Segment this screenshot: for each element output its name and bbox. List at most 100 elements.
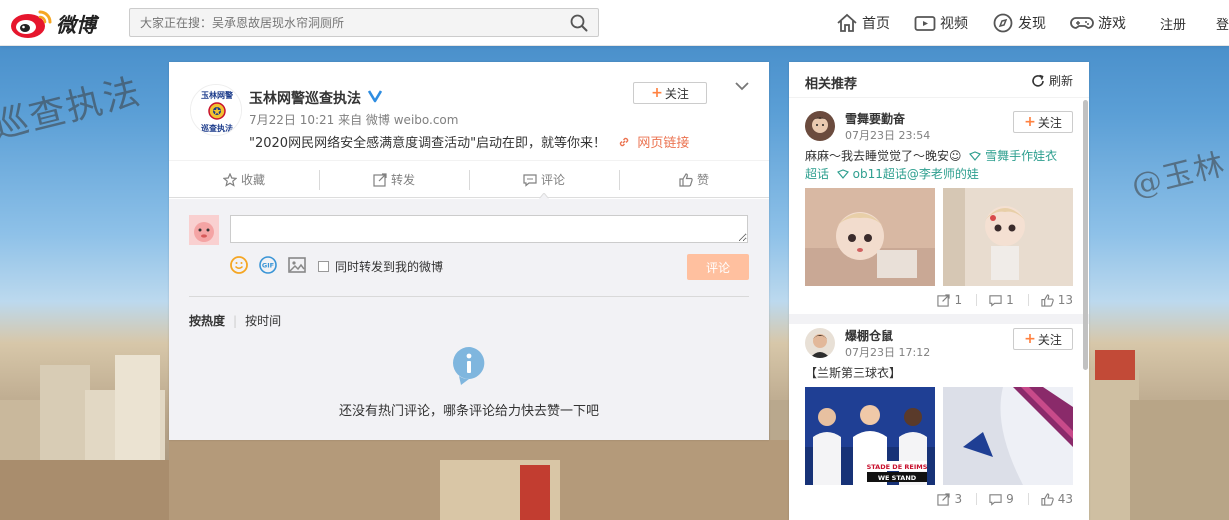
avatar-text-bottom: 巡查执法 bbox=[201, 123, 233, 133]
supertopic-link[interactable]: 雪舞手作娃衣 bbox=[969, 149, 1057, 163]
comment-tab-button[interactable]: 评论 bbox=[469, 162, 619, 197]
web-link[interactable]: 网页链接 bbox=[618, 136, 689, 151]
nav-video-label: 视频 bbox=[940, 16, 968, 32]
rec-stats: 3 9 43 bbox=[805, 492, 1073, 506]
comment-section: GIF 同时转发到我的微博 评论 按热度 | 按时间 还没有热门评论，哪条评论给… bbox=[169, 199, 769, 440]
svg-text:GIF: GIF bbox=[262, 262, 274, 270]
watermark-right: @玉林 bbox=[1128, 146, 1229, 204]
rec-images: STADE DE REIMS WE STAND bbox=[805, 387, 1081, 485]
rec-author-name[interactable]: 爆棚仓鼠 bbox=[845, 327, 893, 344]
rec-comment[interactable]: 9 bbox=[976, 492, 1014, 506]
nav-games-label: 游戏 bbox=[1098, 16, 1126, 32]
search-icon[interactable] bbox=[570, 14, 588, 32]
rec-image[interactable] bbox=[943, 188, 1073, 286]
gif-icon[interactable]: GIF bbox=[258, 255, 278, 278]
weibo-logo[interactable]: 微博 bbox=[8, 6, 96, 40]
like-label: 赞 bbox=[696, 173, 709, 187]
rec-like-count: 13 bbox=[1057, 293, 1073, 307]
chevron-down-icon[interactable] bbox=[735, 80, 749, 94]
rec-repost[interactable]: 1 bbox=[937, 293, 962, 307]
sort-by-time[interactable]: 按时间 bbox=[245, 312, 281, 329]
submit-comment-button[interactable]: 评论 bbox=[687, 254, 749, 280]
info-icon bbox=[451, 345, 487, 390]
comment-tools: GIF 同时转发到我的微博 bbox=[229, 255, 443, 278]
nav-discover-label: 发现 bbox=[1018, 16, 1046, 32]
nav-home[interactable]: 首页 bbox=[836, 13, 890, 33]
scrollbar-thumb[interactable] bbox=[1083, 100, 1088, 370]
refresh-button[interactable]: 刷新 bbox=[1031, 72, 1073, 89]
sort-by-hot[interactable]: 按热度 bbox=[189, 312, 225, 329]
plus-icon: + bbox=[651, 85, 663, 101]
register-link[interactable]: 注册 bbox=[1160, 14, 1186, 33]
img-caption-1: STADE DE REIMS bbox=[867, 463, 928, 471]
rec-images bbox=[805, 188, 1081, 286]
rec-text: 【兰斯第三球衣】 bbox=[805, 366, 902, 380]
supertopic-label-b[interactable]: 超话 bbox=[805, 167, 829, 181]
comment-input[interactable] bbox=[230, 215, 748, 243]
rec-follow-button[interactable]: + 关注 bbox=[1013, 328, 1073, 350]
user-avatar bbox=[189, 215, 219, 245]
rec-comment[interactable]: 1 bbox=[976, 293, 1014, 307]
rec-like[interactable]: 43 bbox=[1028, 492, 1073, 506]
image-icon[interactable] bbox=[287, 255, 307, 278]
topic-icon bbox=[836, 169, 849, 179]
search-input[interactable] bbox=[130, 9, 550, 36]
refresh-label: 刷新 bbox=[1048, 74, 1073, 88]
post-actions: 收藏 转发 评论 赞 bbox=[169, 162, 769, 198]
supertopic-link-2[interactable]: ob11超话@李老师的娃 bbox=[836, 167, 979, 181]
plus-icon: + bbox=[1024, 331, 1036, 347]
login-link[interactable]: 登 bbox=[1216, 14, 1229, 33]
rec-avatar[interactable] bbox=[805, 111, 835, 141]
repost-button[interactable]: 转发 bbox=[319, 162, 469, 197]
nav-discover[interactable]: 发现 bbox=[992, 13, 1046, 33]
like-button[interactable]: 赞 bbox=[619, 162, 769, 197]
repost-icon bbox=[937, 492, 951, 506]
author-name[interactable]: 玉林网警巡查执法 bbox=[249, 88, 361, 108]
img-caption-2: WE STAND bbox=[878, 474, 917, 482]
nav-video[interactable]: 视频 bbox=[914, 13, 968, 33]
author-avatar[interactable]: 玉林网警 巡查执法 bbox=[190, 84, 242, 136]
favorite-label: 收藏 bbox=[240, 173, 265, 187]
rec-image[interactable] bbox=[805, 188, 935, 286]
top-navbar: 微博 首页 视频 发现 游戏 注册 登 bbox=[0, 0, 1229, 46]
related-recommendations: 相关推荐 刷新 雪舞要勤奋 07月23日 23:54 + 关注 麻麻～我去睡觉觉… bbox=[789, 62, 1089, 520]
repost-icon bbox=[373, 172, 387, 187]
favorite-button[interactable]: 收藏 bbox=[169, 162, 319, 197]
comment-icon bbox=[523, 173, 537, 187]
rec-like[interactable]: 13 bbox=[1028, 293, 1073, 307]
follow-button[interactable]: + 关注 bbox=[633, 82, 707, 104]
rec-avatar[interactable] bbox=[805, 328, 835, 358]
weibo-logo-icon bbox=[8, 6, 54, 40]
rec-text-main: 麻麻～我去睡觉觉了～晚安☺ bbox=[805, 149, 962, 163]
comment-icon bbox=[989, 294, 1002, 307]
rec-image[interactable] bbox=[943, 387, 1073, 485]
rec-stats: 1 1 13 bbox=[805, 293, 1073, 307]
emoji-icon[interactable] bbox=[229, 255, 249, 278]
recommendation-item: 雪舞要勤奋 07月23日 23:54 + 关注 麻麻～我去睡觉觉了～晚安☺ 雪舞… bbox=[789, 99, 1089, 314]
rec-follow-button[interactable]: + 关注 bbox=[1013, 111, 1073, 133]
star-icon bbox=[222, 172, 237, 187]
sort-separator: | bbox=[233, 313, 238, 328]
post-header: 玉林网警 巡查执法 玉林网警巡查执法 7月22日 10:21 来自 微博 wei… bbox=[169, 62, 769, 161]
rec-repost[interactable]: 3 bbox=[937, 492, 962, 506]
divider bbox=[189, 296, 749, 297]
gamepad-icon bbox=[1070, 17, 1094, 29]
watermark-left: 巡查执法 bbox=[0, 71, 146, 148]
nav-games[interactable]: 游戏 bbox=[1070, 13, 1126, 33]
repost-checkbox[interactable] bbox=[318, 261, 329, 272]
sidebar-scrollbar[interactable] bbox=[1083, 98, 1088, 520]
compass-icon bbox=[993, 13, 1013, 33]
post-text: "2020网民网络安全感满意度调查活动"启动在即，就等你来！ 网页链接 bbox=[249, 132, 689, 151]
post-body: "2020网民网络安全感满意度调查活动"启动在即，就等你来！ bbox=[249, 136, 607, 151]
home-icon bbox=[837, 13, 857, 32]
verified-badge-icon bbox=[367, 89, 383, 107]
rec-image[interactable]: STADE DE REIMS WE STAND bbox=[805, 387, 935, 485]
sidebar-title: 相关推荐 bbox=[805, 77, 858, 92]
rec-time: 07月23日 17:12 bbox=[845, 346, 931, 359]
supertopic-label-2: ob11超话@李老师的娃 bbox=[852, 167, 979, 181]
nav-home-label: 首页 bbox=[862, 16, 890, 32]
rec-author-name[interactable]: 雪舞要勤奋 bbox=[845, 110, 905, 127]
comment-tab-label: 评论 bbox=[540, 173, 565, 187]
rec-repost-count: 3 bbox=[954, 492, 963, 506]
follow-label: 关注 bbox=[664, 86, 689, 101]
